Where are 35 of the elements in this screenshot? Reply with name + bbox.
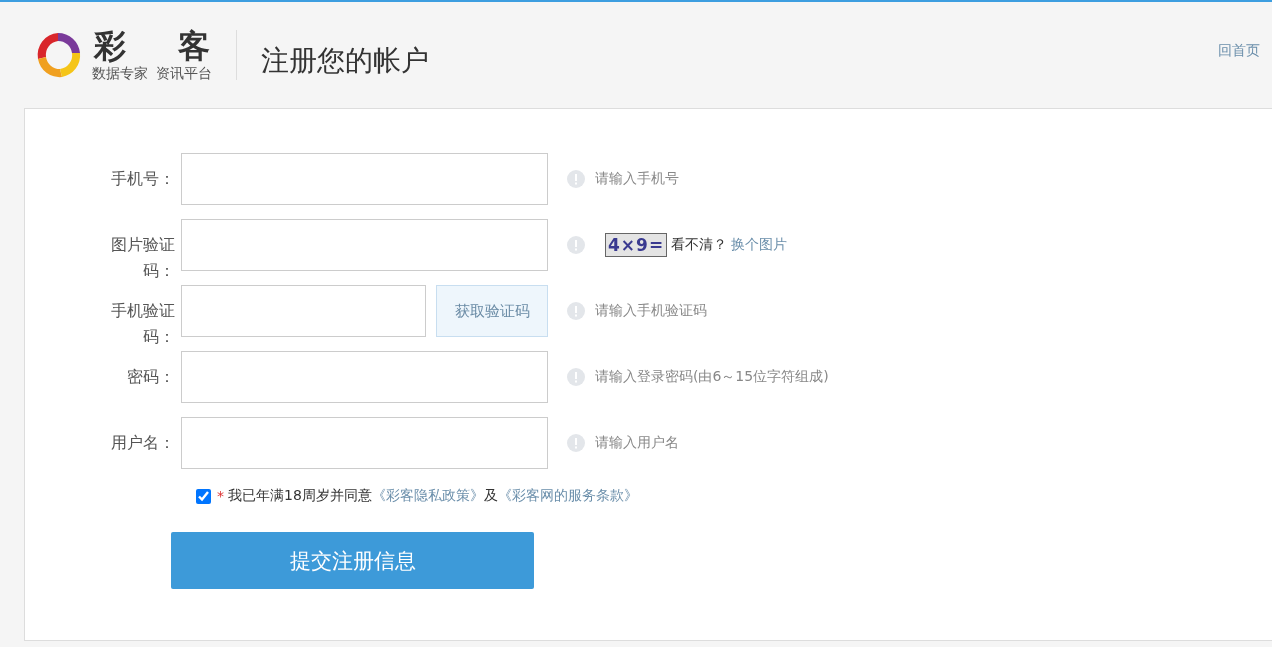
info-icon — [567, 170, 585, 188]
hint-text: 请输入登录密码(由6～15位字符组成) — [595, 368, 829, 386]
home-link[interactable]: 回首页 — [1218, 42, 1260, 60]
field-label: 手机验证码： — [110, 300, 175, 348]
input-field[interactable] — [181, 219, 548, 271]
submit-button[interactable]: 提交注册信息 — [171, 532, 534, 589]
captcha-image[interactable]: 4×9= — [605, 233, 668, 257]
get-code-button[interactable]: 获取验证码 — [436, 285, 548, 337]
logo-tagline: 数据专家 — [92, 64, 148, 82]
logo-text: 客 — [178, 28, 210, 64]
info-icon — [567, 434, 585, 452]
hint-text: 请输入手机验证码 — [595, 302, 707, 320]
page-title: 注册您的帐户 — [261, 43, 429, 79]
agreement-text: 我已年满18周岁并同意《彩客隐私政策》及《彩客网的服务条款》 — [228, 487, 638, 505]
input-field[interactable] — [181, 351, 548, 403]
field-label: 用户名： — [110, 432, 175, 454]
info-icon — [567, 368, 585, 386]
refresh-captcha-link[interactable]: 换个图片 — [731, 236, 788, 254]
privacy-policy-link[interactable]: 《彩客隐私政策》 — [371, 487, 484, 503]
hint-text: 请输入用户名 — [595, 434, 679, 452]
input-field[interactable] — [181, 153, 548, 205]
terms-link[interactable]: 《彩客网的服务条款》 — [497, 487, 638, 503]
required-mark: * — [217, 488, 224, 504]
field-label: 图片验证码： — [110, 234, 175, 282]
input-field[interactable] — [181, 285, 426, 337]
captcha-prompt: 看不清？ — [671, 236, 728, 254]
logo-text: 彩 — [94, 28, 126, 64]
input-field[interactable] — [181, 417, 548, 469]
field-label: 密码： — [126, 366, 175, 388]
logo-tagline: 资讯平台 — [156, 64, 212, 82]
agree-checkbox[interactable] — [196, 488, 211, 504]
info-icon — [567, 236, 585, 254]
hint-text: 请输入手机号 — [595, 170, 679, 188]
info-icon — [567, 302, 585, 320]
field-label: 手机号： — [110, 168, 175, 190]
